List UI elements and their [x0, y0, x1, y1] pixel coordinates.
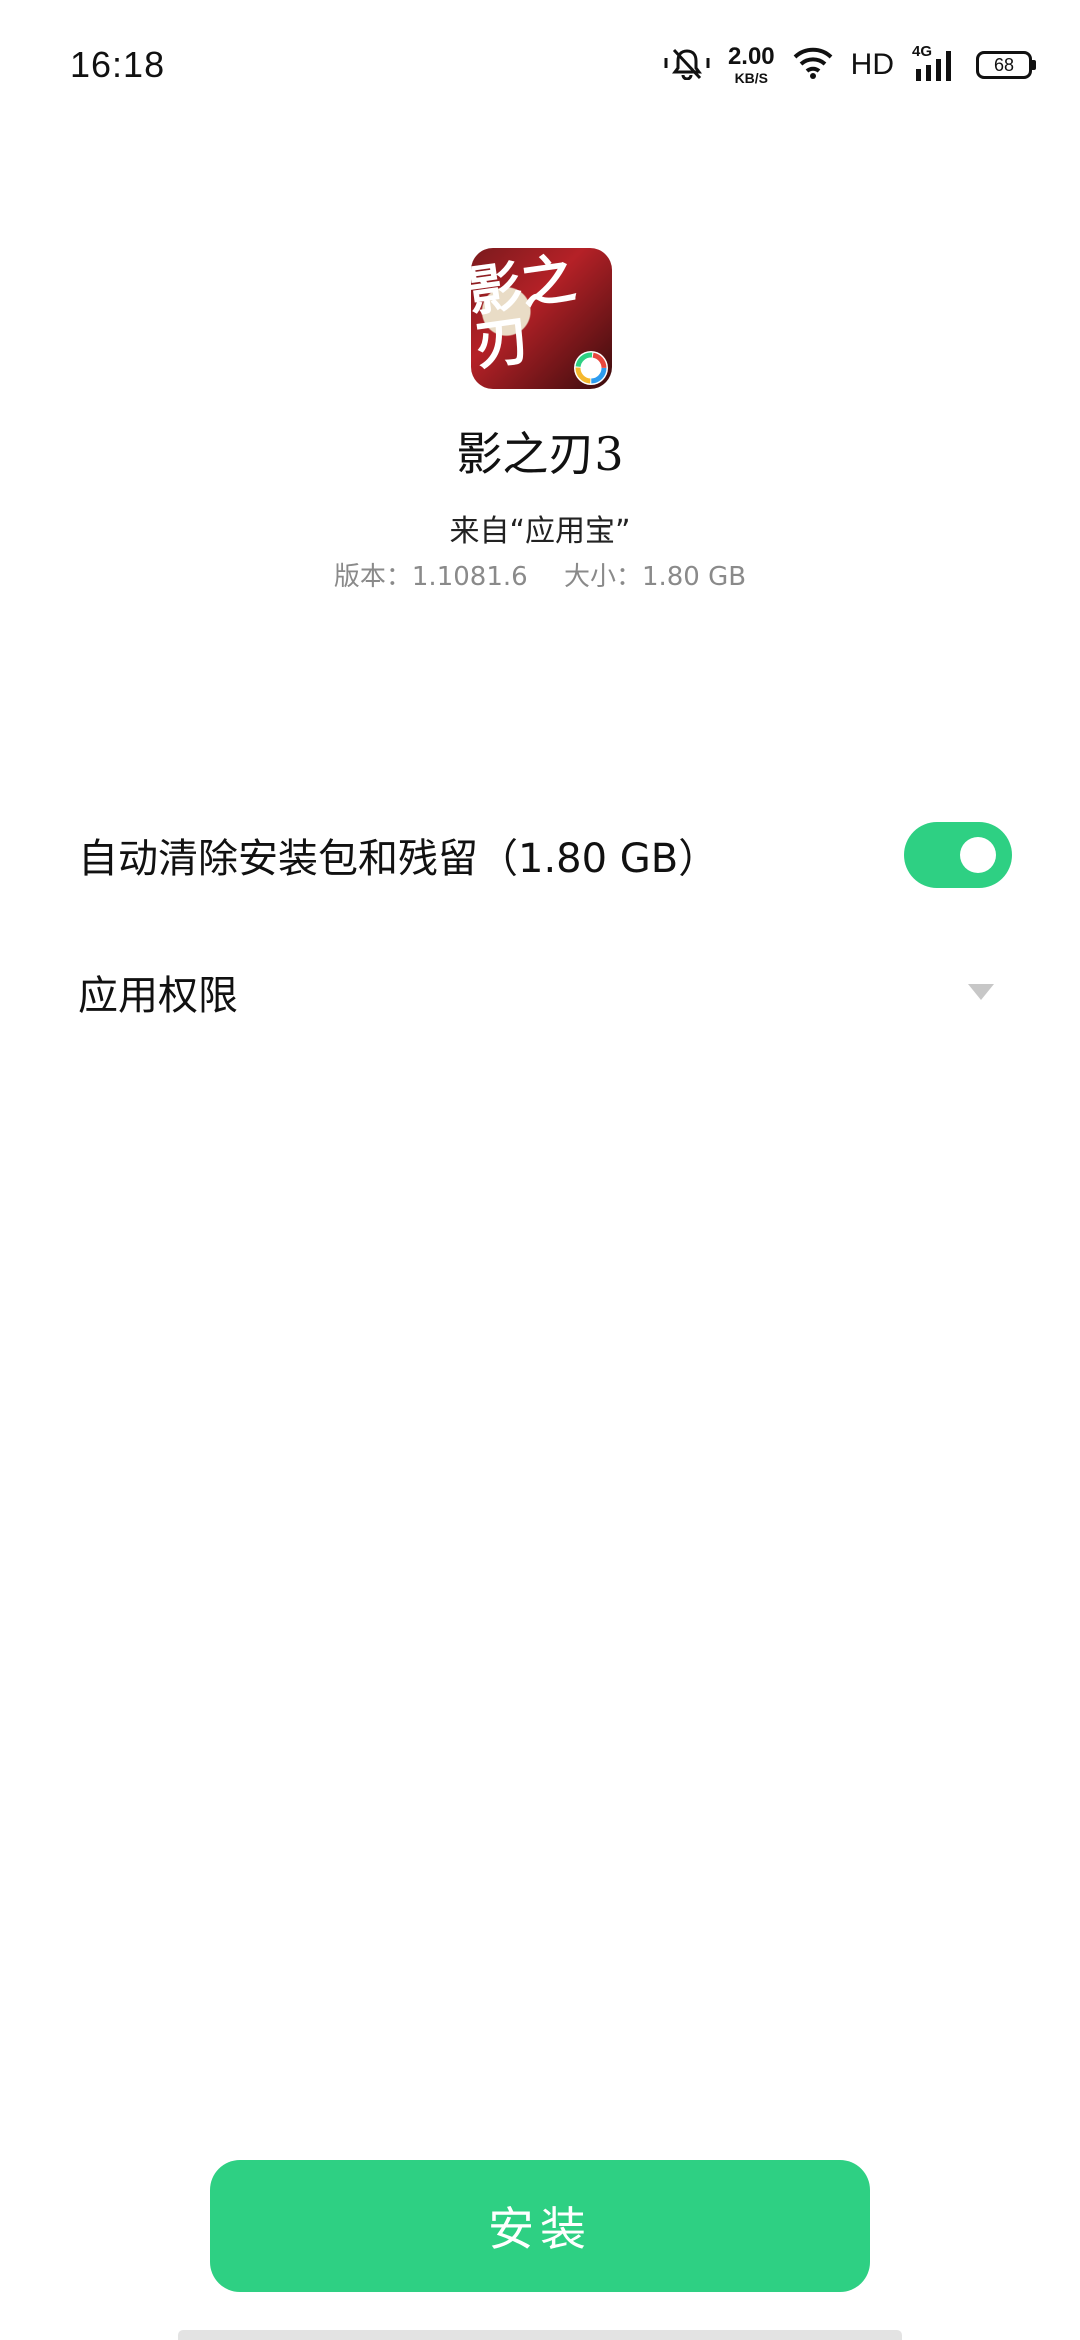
hd-label: HD: [850, 48, 894, 81]
network-speed: 2.00 KB/S: [727, 43, 775, 86]
status-bar: 16:18 2.00 KB/S HD 4G 68: [0, 0, 1080, 130]
app-meta: 版本：1.1081.6 大小：1.80 GB: [0, 556, 1080, 593]
app-store-badge-icon: [574, 351, 608, 385]
battery-level: 68: [993, 54, 1015, 75]
app-permissions-label: 应用权限: [78, 973, 238, 1019]
app-permissions-row[interactable]: 应用权限: [78, 960, 1012, 1024]
app-source: 来自“应用宝”: [449, 514, 631, 549]
app-version: 版本：1.1081.6: [333, 562, 528, 592]
network-speed-value: 2.00: [727, 43, 775, 70]
battery-icon: 68: [976, 51, 1036, 79]
chevron-down-icon[interactable]: [968, 984, 994, 1000]
status-icons: 2.00 KB/S HD 4G 68: [664, 40, 1036, 90]
toggle-knob: [960, 837, 996, 873]
install-button[interactable]: 安装: [210, 2160, 870, 2292]
app-icon: 影之刃: [471, 248, 612, 389]
network-speed-unit: KB/S: [734, 70, 769, 86]
auto-clean-toggle[interactable]: [904, 822, 1012, 888]
status-time: 16:18: [70, 44, 166, 85]
wifi-icon: [793, 47, 833, 83]
auto-clean-row[interactable]: 自动清除安装包和残留（1.80 GB）: [78, 820, 1012, 890]
mute-icon: [664, 46, 710, 84]
app-size: 大小：1.80 GB: [563, 562, 747, 592]
app-name: 影之刃3: [456, 427, 624, 481]
signal-icon: 4G: [912, 43, 958, 83]
home-indicator: [178, 2330, 902, 2340]
auto-clean-label: 自动清除安装包和残留（1.80 GB）: [78, 836, 719, 882]
